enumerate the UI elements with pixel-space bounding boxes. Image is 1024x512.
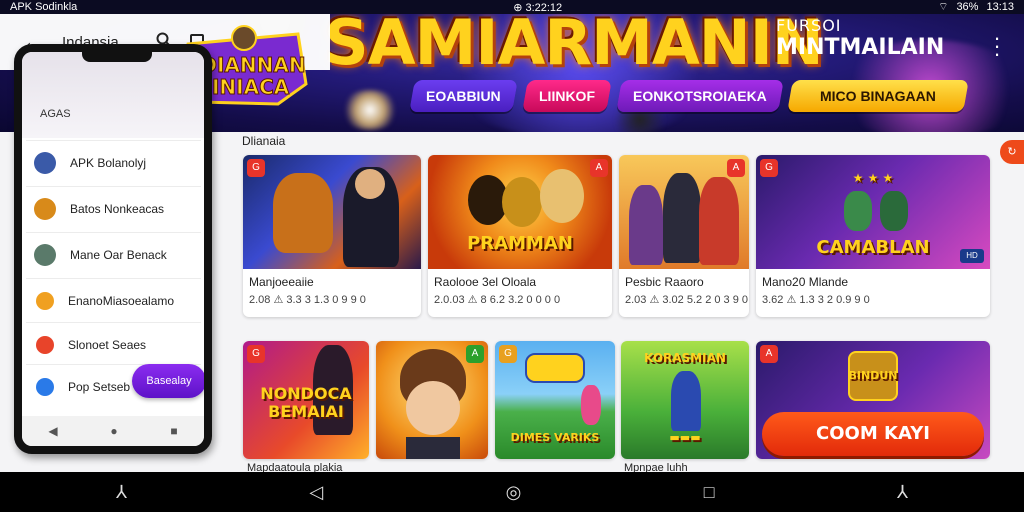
list-item-label: Mane Oar Benack [70,247,167,262]
game-card[interactable]: G Manjoeeaiie 2.08 ⚠ 3.3 3 1.3 0 9 9 0 [243,155,421,317]
game-thumbnail [243,155,421,269]
thumbnail-art-text: KORASMIAN [644,351,726,365]
game-meta: 2.08 ⚠ 3.3 3 1.3 0 9 9 0 [249,294,366,306]
phone-notch [82,52,152,62]
game-meta: 3.62 ⚠ 1.3 3 2 0.9 9 0 [762,294,870,306]
thumbnail-art-text: PRAMMAN [467,233,573,254]
phone-section-label: AGAS [40,108,71,120]
app-icon [36,377,54,396]
chip-3-label: EONKOTSROIAEKA [632,88,767,104]
nav-recents-icon[interactable]: □ [704,482,715,503]
chip-1[interactable]: EOABBIUN [409,80,518,112]
screen: SAMIARMANIN FURSOI MINTMAILAIN · · · EOABB… [0,0,1024,512]
category-chips: EOABBIUN LIINKOF EONKOTSROIAEKA MICO BIN… [409,80,970,112]
status-bar: APK Sodinkla ⊕ 3:22:12 ⌔ 36% 13:13 [0,0,1024,14]
phone-header [22,52,204,138]
game-title: Pesbic Raaoro [625,275,704,289]
banner-subtitle-small: FURSOI [776,16,842,35]
app-icon [36,335,54,354]
status-center: ⊕ 3:22:12 [513,1,563,14]
app-icon [34,197,56,220]
card-badge: G [247,159,265,177]
app-icon [34,243,56,266]
nav-back-icon[interactable]: ◁ [309,482,323,503]
game-title: Raolooe 3el Oloala [434,275,537,289]
game-card[interactable]: A Pesbic Raaoro 2.03 ⚠ 3.02 5.2 2 0 3 9 … [619,155,749,317]
nav-home-icon[interactable]: ◎ [506,482,522,503]
thumbnail-art-text: BINDUN [848,369,898,382]
phone-home-icon[interactable]: ● [110,424,117,438]
floating-action-button[interactable]: Basealay [132,364,204,398]
card-badge: G [247,345,265,363]
thumbnail-art-text: NONDOCA BEMAIAI [260,384,352,421]
list-item-label: APK Bolanolyj [70,155,147,170]
system-nav-bar: ⅄ ◁ ◎ □ ⅄ [0,472,1024,512]
banner-subtitle-big: MINTMAILAIN [776,35,945,60]
card-badge: A [760,345,778,363]
battery-text: 36% [956,1,979,13]
phone-mockup: AGAS APK Bolanolyj Batos Nonkeacas Mane … [14,44,212,454]
list-item-label: Pop Setseb [68,379,131,394]
list-item[interactable]: EnanoMiasoealamo [26,278,201,322]
chip-1-label: EOABBIUN [426,88,501,104]
thumbnail-art-text: DIMES VARIKS [510,431,600,444]
game-title: Mano20 Mlande [762,275,849,289]
banner-title: SAMIARMANIN [324,6,824,79]
card-badge: G [499,345,517,363]
list-item[interactable]: APK Bolanolyj [26,140,201,184]
game-card[interactable]: A [376,341,488,459]
phone-recents-icon[interactable]: ■ [170,424,177,438]
banner-subtitle: FURSOI MINTMAILAIN [776,16,944,60]
app-icon [36,291,54,310]
status-left: APK Sodinkla [10,1,78,13]
game-thumbnail: ★ ★ ★ CAMABLAN HD [756,155,990,269]
download-button[interactable]: COOM KAYI [762,412,984,456]
chip-3[interactable]: EONKOTSROIAEKA [615,80,784,112]
game-card[interactable]: NONDOCA BEMAIAI G [243,341,369,459]
list-item-label: Batos Nonkeacas [70,201,165,216]
game-thumbnail: KORASMIAN ▬▬▬ [621,341,749,459]
list-item[interactable]: Mane Oar Benack [26,232,201,276]
phone-nav-bar: ◀ ● ■ [22,416,204,446]
overflow-menu-icon[interactable]: · · · [990,27,1004,65]
list-item-label: EnanoMiasoealamo [68,293,175,308]
phone-back-icon[interactable]: ◀ [48,424,57,438]
wifi-icon: ⌔ [938,1,949,13]
thumbnail-art-text: CAMABLAN [816,237,930,258]
chip-4-label: MICO BINAGAAN [820,88,937,104]
nav-right-icon[interactable]: ⅄ [897,482,908,503]
thumbnail-art-text-top: ★ ★ ★ [852,171,894,185]
game-card[interactable]: PRAMMAN A Raolooe 3el Oloala 2.0.03 ⚠ 8 … [428,155,612,317]
game-title: Manjoeeaiie [249,275,314,289]
card-badge: A [466,345,484,363]
chip-2-label: LIINKOF [538,88,595,104]
list-item[interactable]: Slonoet Seaes [26,322,201,366]
card-badge: A [727,159,745,177]
game-meta: 2.0.03 ⚠ 8 6.2 3.2 0 0 0 0 [434,294,561,306]
nav-left-icon[interactable]: ⅄ [116,482,127,503]
status-time: 13:13 [986,1,1014,13]
chip-4[interactable]: MICO BINAGAAN [787,80,970,112]
list-item[interactable]: Batos Nonkeacas [26,186,201,230]
game-card[interactable]: ★ ★ ★ CAMABLAN HD G Mano20 Mlande 3.62 ⚠… [756,155,990,317]
game-card[interactable]: KORASMIAN ▬▬▬ [621,341,749,459]
game-meta: 2.03 ⚠ 3.02 5.2 2 0 3 9 0 [625,294,749,306]
status-right: ⌔ 36% 13:13 [938,0,1014,14]
section-title: Dlianaia [242,134,286,148]
app-icon [34,151,56,174]
card-badge: A [590,159,608,177]
thumbnail-art-text-bottom: ▬▬▬ [669,431,701,444]
card-badge: G [760,159,778,177]
refresh-icon[interactable]: ↻ [1000,140,1024,164]
list-item-label: Slonoet Seaes [68,337,147,352]
game-thumbnail: PRAMMAN [428,155,612,269]
chip-2[interactable]: LIINKOF [521,80,612,112]
game-card[interactable]: DIMES VARIKS G [495,341,615,459]
